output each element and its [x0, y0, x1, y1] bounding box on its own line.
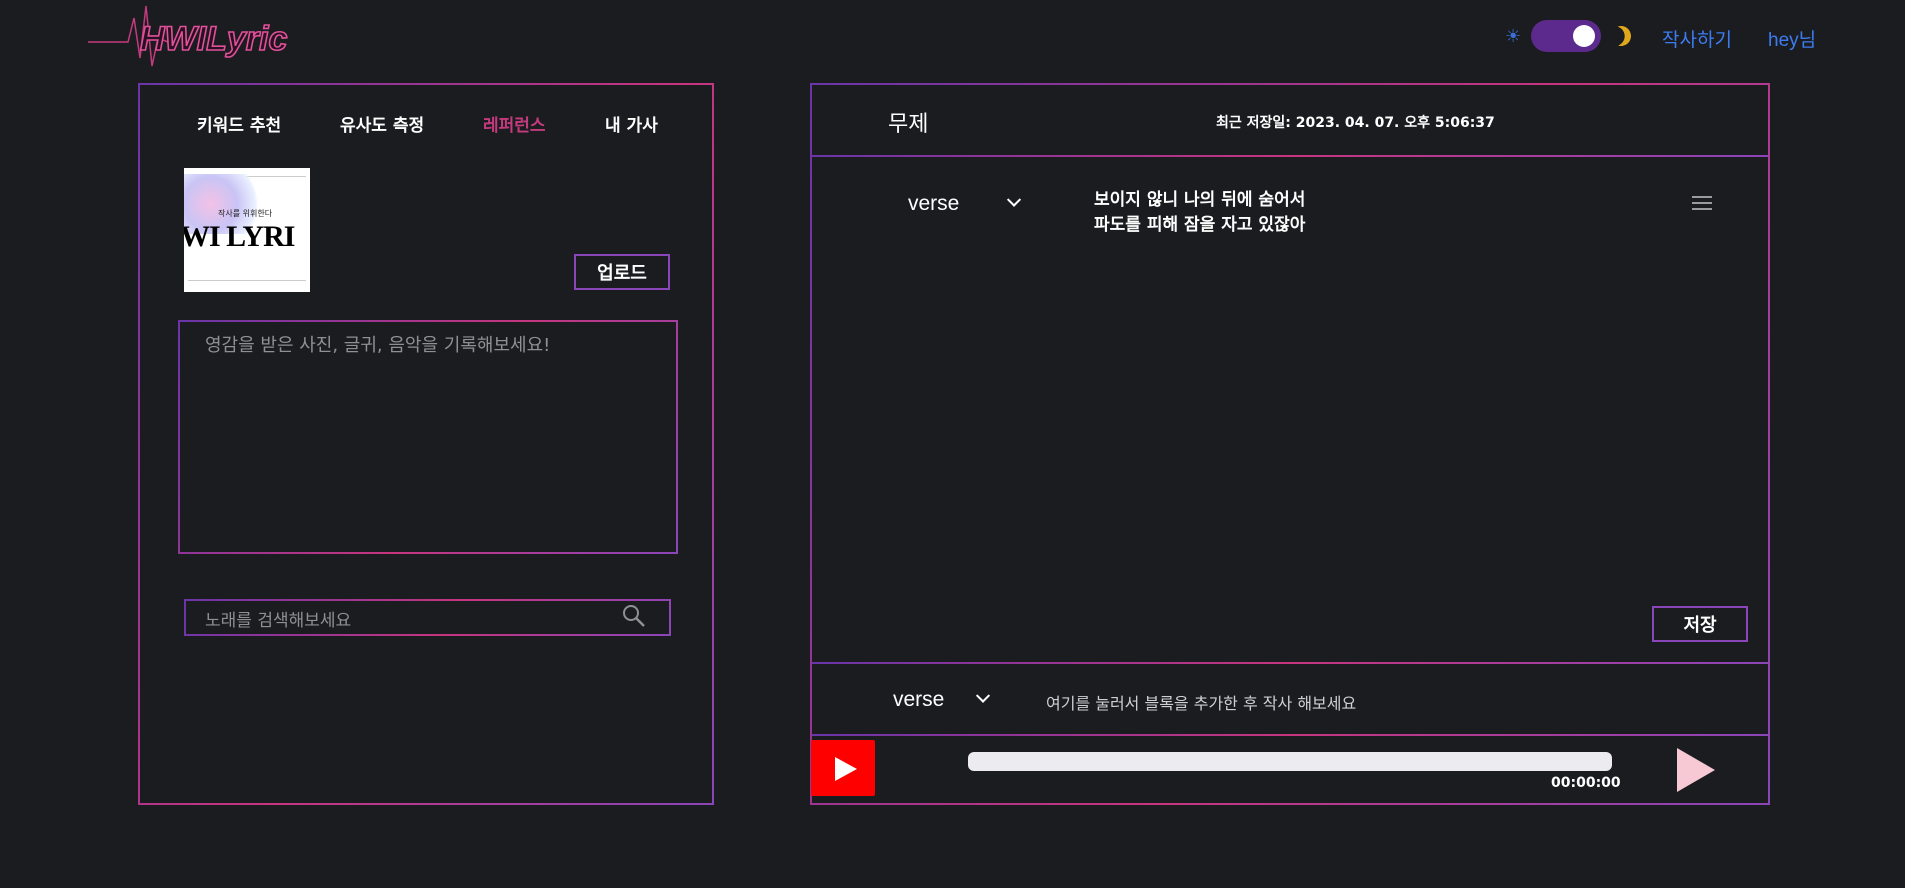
search-placeholder: 노래를 검색해보세요: [205, 611, 352, 631]
theme-toggle-group: ☀: [1505, 20, 1631, 52]
lyric-line: 파도를 피해 잠을 자고 있잖아: [1094, 215, 1306, 235]
moon-icon: [1608, 23, 1634, 49]
play-button[interactable]: [1677, 748, 1715, 792]
theme-toggle[interactable]: [1531, 20, 1602, 52]
tab-reference[interactable]: 레퍼런스: [483, 111, 546, 136]
tab-my-lyrics[interactable]: 내 가사: [605, 111, 658, 136]
reference-image-caption: 작사를 위휘한다: [218, 209, 273, 218]
save-button[interactable]: 저장: [1652, 606, 1748, 642]
hwilyric-logo[interactable]: HWILyric: [88, 0, 288, 72]
playback-progress-bar[interactable]: [968, 752, 1612, 771]
drag-handle-icon[interactable]: [1692, 196, 1712, 214]
player-divider: [812, 734, 1768, 736]
tab-keyword-recommend[interactable]: 키워드 추천: [197, 111, 281, 136]
search-icon[interactable]: [622, 604, 646, 628]
title-divider: [812, 155, 1768, 157]
nav-write-link[interactable]: 작사하기: [1662, 25, 1732, 52]
reference-image: 작사를 위휘한다 WI LYRI: [184, 168, 310, 292]
reference-image-title: WI LYRI: [184, 220, 295, 253]
tab-similarity[interactable]: 유사도 측정: [340, 111, 424, 136]
block-type-select[interactable]: verse: [908, 192, 1022, 216]
toggle-knob: [1573, 25, 1596, 47]
block-divider: [812, 662, 1768, 664]
nav-user-link[interactable]: hey님: [1768, 25, 1816, 52]
block-type-value: verse: [908, 192, 960, 215]
last-saved-text: 최근 저장일: 2023. 04. 07. 오후 5:06:37: [1216, 115, 1495, 131]
add-block-hint[interactable]: 여기를 눌러서 블록을 추가한 후 작사 해보세요: [1046, 690, 1356, 714]
chevron-down-icon: [976, 688, 991, 703]
sun-icon: ☀: [1505, 25, 1522, 47]
youtube-icon[interactable]: [811, 740, 875, 796]
chevron-down-icon: [1007, 192, 1022, 207]
new-block-type-value: verse: [893, 688, 945, 711]
memo-placeholder: 영감을 받은 사진, 글귀, 음악을 기록해보세요!: [205, 335, 551, 356]
lyric-line: 보이지 않니 나의 뒤에 숨어서: [1094, 190, 1306, 210]
lyrics-title[interactable]: 무제: [888, 106, 928, 138]
upload-button[interactable]: 업로드: [574, 254, 670, 290]
lyric-block-text[interactable]: 보이지 않니 나의 뒤에 숨어서 파도를 피해 잠을 자고 있잖아: [1094, 188, 1305, 238]
logo-text: HWILyric: [140, 20, 287, 58]
playback-time: 00:00:00: [1551, 775, 1621, 791]
new-block-type-select[interactable]: verse: [893, 688, 991, 712]
